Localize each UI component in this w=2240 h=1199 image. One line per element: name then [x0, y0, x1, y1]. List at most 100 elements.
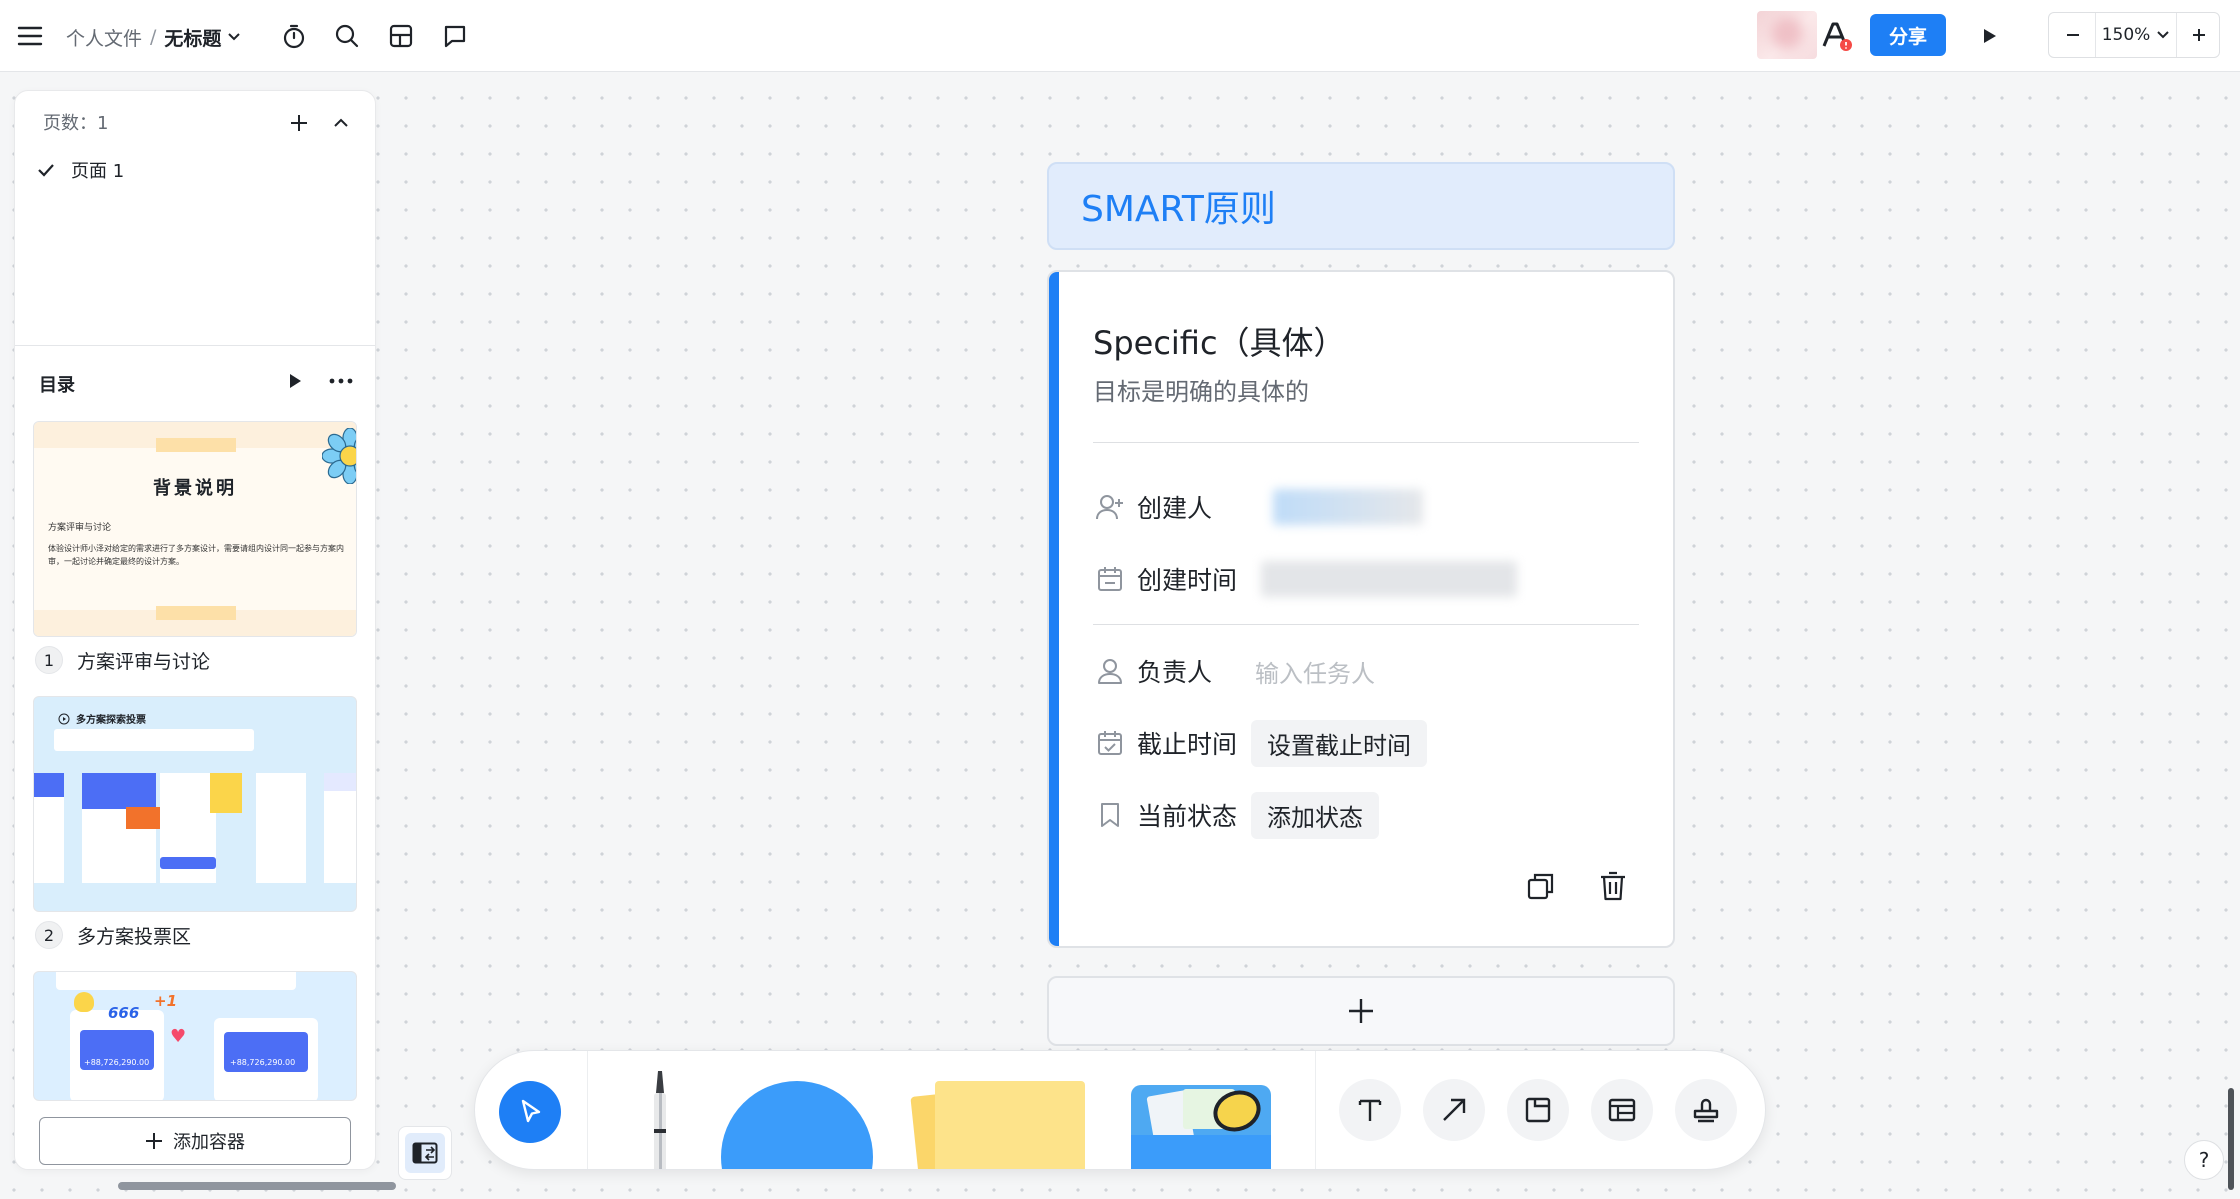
card-header[interactable]: SMART原则	[1047, 162, 1675, 250]
top-bar: 个人文件 / 无标题 分享 150%	[0, 0, 2240, 72]
toc-thumbnail[interactable]: 多方案探索投票	[33, 696, 357, 912]
share-button[interactable]: 分享	[1870, 14, 1946, 56]
breadcrumb-root[interactable]: 个人文件	[66, 24, 142, 51]
plus-icon	[146, 1133, 162, 1149]
left-panel: 页数：1 页面 1 目录 背景说明 方案评审与讨论 体验设计师小泽对给定的需求进…	[14, 90, 376, 1170]
thumb-note	[54, 729, 254, 751]
chevron-down-icon[interactable]	[227, 32, 241, 42]
divider	[1093, 624, 1639, 625]
zoom-out-button[interactable]	[2053, 13, 2093, 57]
avatar[interactable]	[1757, 11, 1817, 59]
frame-icon	[1525, 1097, 1551, 1123]
thumb-number: +88,726,290.00	[230, 1058, 296, 1067]
creator-field: 创建人	[1093, 487, 1423, 527]
vertical-scrollbar[interactable]	[2228, 1088, 2234, 1190]
status-label: 当前状态	[1137, 802, 1238, 831]
toc-item-number: 1	[35, 646, 63, 674]
deadline-label: 截止时间	[1137, 730, 1238, 759]
add-status-button[interactable]: 添加状态	[1251, 791, 1379, 839]
deadline-field: 截止时间 设置截止时间	[1093, 719, 1427, 767]
divider	[15, 345, 375, 346]
thumb-button	[160, 857, 216, 869]
comment-icon[interactable]	[435, 16, 475, 56]
thumb-screen-header	[34, 773, 64, 797]
thumb-tape	[156, 606, 236, 620]
thumb-text: 体验设计师小泽对给定的需求进行了多方案设计，需要请组内设计同一起参与方案内审，一…	[48, 544, 344, 566]
stamp-icon	[1693, 1098, 1719, 1123]
play-circle-icon	[58, 713, 70, 724]
thumb-sticker	[74, 992, 94, 1012]
present-play-icon[interactable]	[1969, 16, 2009, 56]
select-tool-button[interactable]	[499, 1081, 561, 1143]
collapse-chevron-icon[interactable]	[325, 107, 357, 139]
panel-switch-icon	[405, 1133, 445, 1173]
zoom-value: 150%	[2101, 25, 2151, 45]
calendar-check-icon	[1093, 726, 1127, 760]
assignee-input[interactable]: 输入任务人	[1255, 654, 1375, 689]
status-field: 当前状态 添加状态	[1093, 791, 1379, 839]
material-folder-tool[interactable]	[1131, 1085, 1271, 1169]
arrow-icon	[1443, 1098, 1466, 1121]
add-user-icon	[1093, 490, 1127, 524]
table-icon	[1608, 1098, 1636, 1122]
toc-item-label: 多方案投票区	[77, 925, 192, 948]
chevron-down-icon	[2157, 31, 2170, 39]
thumb-number: +1	[154, 992, 178, 1010]
toc-item[interactable]: 2 多方案投票区	[35, 921, 191, 949]
search-icon[interactable]	[327, 16, 367, 56]
pen-tool[interactable]	[645, 1071, 675, 1169]
connector-tool-button[interactable]	[1423, 1079, 1485, 1141]
divider	[1093, 442, 1639, 443]
thumb-subtitle: 方案评审与讨论	[48, 523, 112, 533]
zoom-in-button[interactable]	[2179, 13, 2219, 57]
assignee-label: 负责人	[1137, 658, 1213, 687]
thumb-note	[56, 972, 296, 990]
play-icon[interactable]	[279, 365, 311, 397]
toc-thumbnail[interactable]: 666 +1 ♥ +88,726,290.00 +88,726,290.00	[33, 971, 357, 1101]
page-label: 页面 1	[71, 161, 125, 182]
toolbar-separator	[1315, 1051, 1316, 1169]
card-title[interactable]: Specific（具体）	[1093, 318, 1346, 364]
panel-toggle-button[interactable]	[398, 1126, 452, 1180]
bookmark-icon	[1093, 798, 1127, 832]
menu-icon[interactable]	[10, 16, 50, 56]
smart-card: Specific（具体） 目标是明确的具体的 创建人 创建时间 负责人 输入任务…	[1047, 270, 1675, 948]
plus-icon	[1349, 999, 1373, 1023]
heart-icon: ♥	[170, 1026, 187, 1047]
set-deadline-button[interactable]: 设置截止时间	[1251, 719, 1427, 767]
page-list-item[interactable]: 页面 1	[37, 157, 124, 183]
add-card-button[interactable]	[1047, 976, 1675, 1046]
calendar-icon	[1093, 562, 1127, 596]
copy-icon[interactable]	[1519, 864, 1563, 908]
ai-assistant-icon[interactable]	[1818, 18, 1854, 54]
toc-item[interactable]: 1 方案评审与讨论	[35, 646, 210, 674]
created-time-value-redacted	[1261, 561, 1517, 597]
thumb-screen-header	[82, 773, 156, 809]
toolbar-separator	[587, 1051, 588, 1169]
frame-tool-button[interactable]	[1507, 1079, 1569, 1141]
assignee-field[interactable]: 负责人 输入任务人	[1093, 651, 1375, 691]
text-tool-button[interactable]	[1339, 1079, 1401, 1141]
toc-item-label: 方案评审与讨论	[77, 650, 211, 673]
cursor-icon	[521, 1099, 541, 1123]
toc-thumbnail[interactable]: 背景说明 方案评审与讨论 体验设计师小泽对给定的需求进行了多方案设计，需要请组内…	[33, 421, 357, 637]
help-button[interactable]: ?	[2184, 1140, 2224, 1180]
breadcrumb-separator: /	[150, 26, 157, 48]
horizontal-scrollbar[interactable]	[118, 1182, 396, 1190]
table-tool-button[interactable]	[1591, 1079, 1653, 1141]
thumb-number: 666	[108, 1004, 140, 1022]
add-container-button[interactable]: 添加容器	[39, 1117, 351, 1165]
more-icon[interactable]	[325, 365, 357, 397]
card-accent-bar	[1049, 272, 1059, 946]
template-icon[interactable]	[381, 16, 421, 56]
document-title[interactable]: 无标题	[164, 24, 221, 51]
shape-tool[interactable]	[721, 1081, 873, 1169]
delete-icon[interactable]	[1591, 864, 1635, 908]
card-description[interactable]: 目标是明确的具体的	[1093, 372, 1309, 407]
created-time-field: 创建时间	[1093, 559, 1517, 599]
add-page-icon[interactable]	[283, 107, 315, 139]
stamp-tool-button[interactable]	[1675, 1079, 1737, 1141]
timer-icon[interactable]	[274, 16, 314, 56]
zoom-level-select[interactable]: 150%	[2095, 13, 2177, 57]
thumb-heading: 多方案探索投票	[76, 715, 146, 726]
